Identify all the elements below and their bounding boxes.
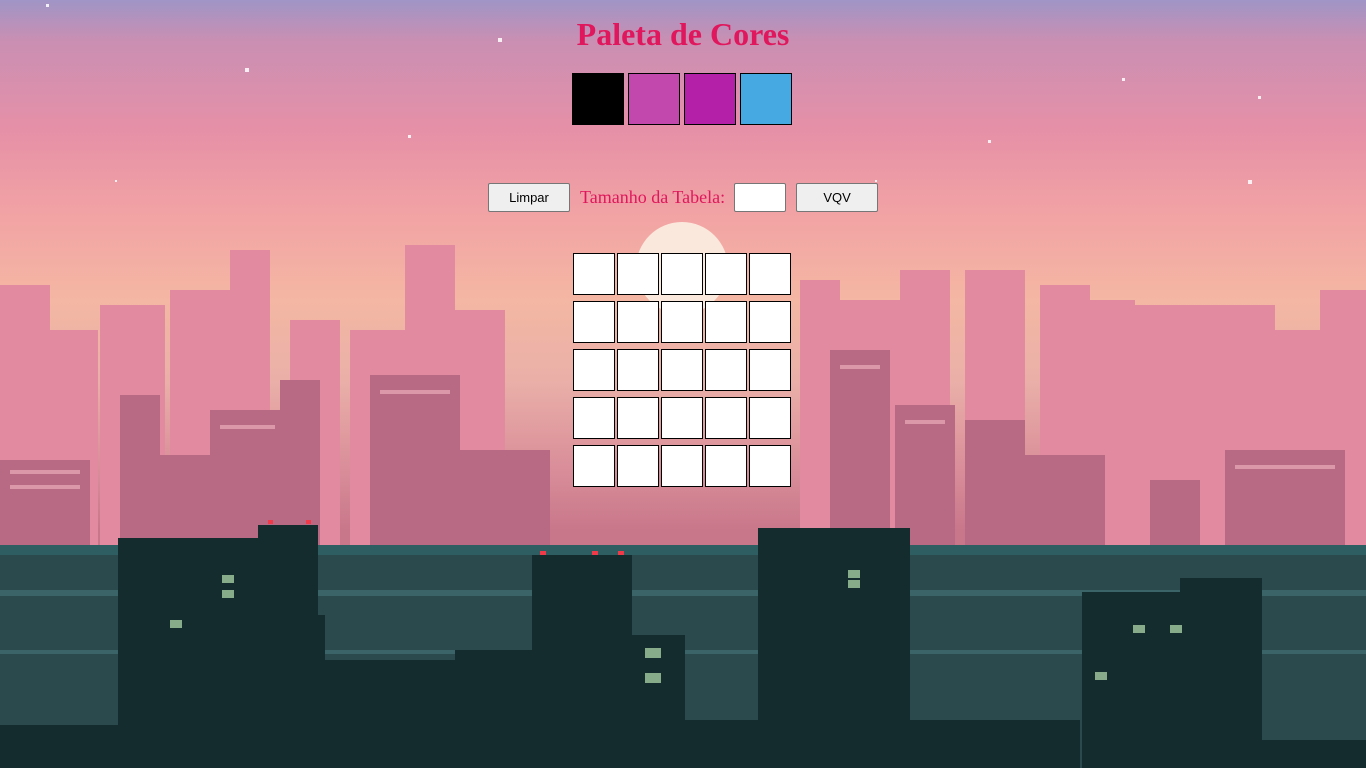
page-title: Paleta de Cores bbox=[576, 16, 790, 52]
pixel-cell[interactable] bbox=[573, 397, 615, 439]
pixel-cell[interactable] bbox=[661, 301, 703, 343]
palette-color-swatch[interactable] bbox=[684, 73, 736, 125]
pixel-cell[interactable] bbox=[749, 349, 791, 391]
board-size-input[interactable] bbox=[734, 183, 787, 212]
pixel-cell[interactable] bbox=[661, 349, 703, 391]
pixel-cell[interactable] bbox=[749, 253, 791, 295]
pixel-cell[interactable] bbox=[749, 397, 791, 439]
pixel-cell[interactable] bbox=[617, 445, 659, 487]
palette-color-swatch[interactable] bbox=[740, 73, 792, 125]
pixel-cell[interactable] bbox=[705, 349, 747, 391]
color-palette bbox=[572, 73, 792, 125]
palette-color-swatch[interactable] bbox=[572, 73, 624, 125]
pixel-cell[interactable] bbox=[705, 301, 747, 343]
pixel-cell[interactable] bbox=[617, 301, 659, 343]
pixel-cell[interactable] bbox=[573, 301, 615, 343]
pixel-cell[interactable] bbox=[617, 349, 659, 391]
pixel-cell[interactable] bbox=[573, 349, 615, 391]
pixel-cell[interactable] bbox=[705, 397, 747, 439]
controls-bar: Limpar Tamanho da Tabela: VQV bbox=[488, 183, 879, 212]
pixel-cell[interactable] bbox=[661, 397, 703, 439]
pixel-cell[interactable] bbox=[617, 253, 659, 295]
pixel-cell[interactable] bbox=[617, 397, 659, 439]
pixel-cell[interactable] bbox=[573, 445, 615, 487]
pixel-cell[interactable] bbox=[661, 445, 703, 487]
pixel-cell[interactable] bbox=[705, 445, 747, 487]
pixel-cell[interactable] bbox=[661, 253, 703, 295]
pixel-cell[interactable] bbox=[573, 253, 615, 295]
palette-color-swatch[interactable] bbox=[628, 73, 680, 125]
board-size-label: Tamanho da Tabela: bbox=[580, 187, 726, 207]
pixel-cell[interactable] bbox=[705, 253, 747, 295]
pixel-board bbox=[573, 253, 791, 487]
pixel-cell[interactable] bbox=[749, 301, 791, 343]
clear-button[interactable]: Limpar bbox=[488, 183, 570, 212]
pixel-cell[interactable] bbox=[749, 445, 791, 487]
generate-board-button[interactable]: VQV bbox=[796, 183, 879, 212]
app-root: Paleta de Cores Limpar Tamanho da Tabela… bbox=[0, 0, 1366, 768]
